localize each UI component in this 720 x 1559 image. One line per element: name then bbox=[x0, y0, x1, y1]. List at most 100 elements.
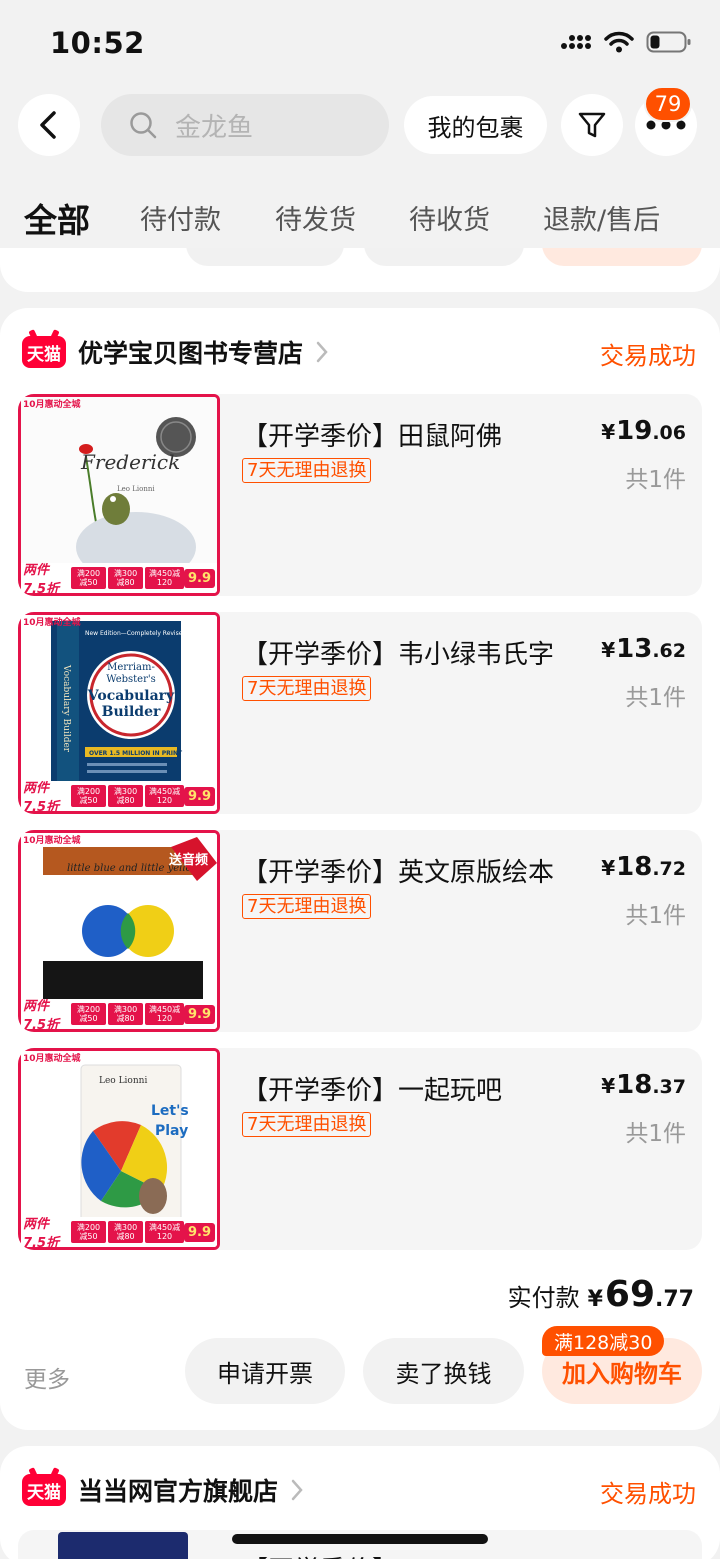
cellular-signal-icon bbox=[561, 35, 591, 49]
battery-icon bbox=[646, 31, 691, 53]
tab-all[interactable]: 全部 bbox=[24, 194, 90, 242]
audio-sticker: 送音频 bbox=[169, 853, 209, 868]
home-indicator bbox=[232, 1534, 488, 1544]
previous-cart-button[interactable] bbox=[542, 248, 702, 266]
promo-label: 10月惠动全城 bbox=[23, 400, 81, 410]
promo-strip: 两件7.5折 满200减50 满300减80 满450减120 9.9 bbox=[21, 1217, 217, 1247]
sell-for-cash-button[interactable]: 卖了换钱 bbox=[363, 1338, 524, 1404]
item-price: ¥19.06 bbox=[601, 416, 686, 446]
my-package-button[interactable]: 我的包裹 bbox=[404, 96, 547, 154]
two-items-discount: 两件7.5折 bbox=[23, 999, 60, 1032]
item-quantity: 共1件 bbox=[625, 467, 686, 493]
item-quantity: 共1件 bbox=[625, 1121, 686, 1147]
order-tabs: 全部 待付款 待发货 待收货 退款/售后 bbox=[0, 184, 720, 248]
message-count-badge: 79 bbox=[644, 86, 692, 122]
return-policy-tag: 7天无理由退换 bbox=[242, 458, 372, 483]
deal-price: 9.9 bbox=[183, 1004, 215, 1024]
item-title: 【开学季价】英文原版绘本 bbox=[242, 858, 555, 888]
item-quantity: 共1件 bbox=[625, 685, 686, 711]
coupon: 满300减80 bbox=[108, 785, 144, 807]
status-bar: 10:52 bbox=[0, 0, 720, 88]
coupon-list: 满200减50 满300减80 满450减120 bbox=[71, 1003, 184, 1025]
coupon-list: 满200减50 满300减80 满450减120 bbox=[71, 785, 184, 807]
request-invoice-button[interactable]: 申请开票 bbox=[185, 1338, 345, 1404]
previous-order-card bbox=[0, 248, 720, 292]
tab-refund-aftersale[interactable]: 退款/售后 bbox=[543, 198, 660, 237]
item-price: ¥18.37 bbox=[601, 1070, 686, 1100]
total-integer: 69 bbox=[604, 1274, 656, 1315]
search-placeholder: 金龙鱼 bbox=[175, 112, 254, 143]
deal-price: 9.9 bbox=[183, 786, 215, 806]
cover-title-line: Merriam- bbox=[107, 662, 155, 673]
top-bar: 金龙鱼 我的包裹 bbox=[0, 94, 720, 160]
coupon: 满450减120 bbox=[145, 1221, 184, 1243]
return-policy-tag: 7天无理由退换 bbox=[242, 894, 372, 919]
coupon-list: 满200减50 满300减80 满450减120 bbox=[71, 567, 184, 589]
deal-price: 9.9 bbox=[183, 568, 215, 588]
order-item[interactable]: New Edition—Completely Revised! Merriam-… bbox=[18, 612, 702, 814]
coupon-list: 满200减50 满300减80 满450减120 bbox=[71, 1221, 184, 1243]
cover-title-line: Let's bbox=[151, 1103, 189, 1119]
product-image[interactable] bbox=[58, 1532, 188, 1559]
back-arrow-icon bbox=[40, 111, 56, 139]
coupon: 满200减50 bbox=[71, 1221, 107, 1243]
coupon: 满450减120 bbox=[145, 1003, 184, 1025]
promo-label: 10月惠动全城 bbox=[23, 836, 81, 846]
shop-header[interactable]: 天猫 当当网官方旗舰店 bbox=[22, 1472, 304, 1508]
deal-price: 9.9 bbox=[183, 1222, 215, 1242]
price-integer: 18 bbox=[616, 1070, 653, 1100]
cover-title-line: Builder bbox=[102, 704, 161, 720]
price-decimal: .62 bbox=[652, 640, 686, 662]
search-box[interactable]: 金龙鱼 bbox=[101, 94, 389, 156]
price-decimal: .37 bbox=[652, 1076, 686, 1098]
coupon: 满200减50 bbox=[71, 567, 107, 589]
shop-header[interactable]: 天猫 优学宝贝图书专营店 bbox=[22, 334, 329, 370]
status-time: 10:52 bbox=[50, 26, 145, 60]
two-items-discount: 两件7.5折 bbox=[23, 781, 60, 814]
back-button[interactable] bbox=[18, 94, 80, 156]
tab-pending-shipment[interactable]: 待发货 bbox=[275, 198, 356, 237]
filter-icon bbox=[578, 112, 606, 138]
price-integer: 13 bbox=[616, 634, 653, 664]
order-card: 天猫 优学宝贝图书专营店 交易成功 Frederick Leo Lionni 1… bbox=[0, 308, 720, 1430]
order-status: 交易成功 bbox=[600, 1480, 696, 1508]
cover-title: Frederick bbox=[80, 450, 180, 474]
promo-strip: 两件7.5折 满200减50 满300减80 满450减120 9.9 bbox=[21, 563, 217, 593]
product-image[interactable]: Frederick Leo Lionni 10月惠动全城 两件7.5折 满200… bbox=[18, 394, 220, 596]
cover-title-line: Webster's bbox=[106, 674, 156, 685]
two-items-discount: 两件7.5折 bbox=[23, 563, 60, 596]
cover-title-line: Vocabulary bbox=[87, 688, 175, 704]
status-icons bbox=[560, 30, 692, 54]
tab-pending-payment[interactable]: 待付款 bbox=[140, 198, 221, 237]
promo-label: 10月惠动全城 bbox=[23, 1054, 81, 1064]
order-item[interactable]: little blue and little yellow 送音频 10月惠动全… bbox=[18, 830, 702, 1032]
price-decimal: .06 bbox=[652, 422, 686, 444]
cover-title-line: Play bbox=[155, 1123, 188, 1139]
previous-action-button[interactable] bbox=[186, 248, 344, 266]
tmall-logo: 天猫 bbox=[22, 1474, 66, 1506]
two-items-discount: 两件7.5折 bbox=[23, 1217, 60, 1250]
item-title: 【开学季价】田鼠阿佛 bbox=[242, 422, 503, 452]
order-item[interactable]: Frederick Leo Lionni 10月惠动全城 两件7.5折 满200… bbox=[18, 394, 702, 596]
promo-label: 10月惠动全城 bbox=[23, 618, 81, 628]
product-image[interactable]: New Edition—Completely Revised! Merriam-… bbox=[18, 612, 220, 814]
shop-name: 优学宝贝图书专营店 bbox=[78, 339, 304, 368]
cover-author: Leo Lionni bbox=[117, 485, 155, 493]
order-status: 交易成功 bbox=[600, 342, 696, 370]
total-label: 实付款 bbox=[507, 1284, 580, 1312]
item-price: ¥13.62 bbox=[601, 634, 686, 664]
item-title: 【开学季价】 bbox=[242, 1550, 398, 1559]
tab-pending-receipt[interactable]: 待收货 bbox=[409, 198, 490, 237]
shop-name: 当当网官方旗舰店 bbox=[78, 1477, 279, 1506]
wifi-icon bbox=[604, 31, 634, 53]
filter-button[interactable] bbox=[561, 94, 623, 156]
coupon: 满450减120 bbox=[145, 785, 184, 807]
more-actions-link[interactable]: 更多 bbox=[24, 1360, 70, 1394]
cover-edition: New Edition—Completely Revised! bbox=[85, 630, 189, 637]
total-decimal: .77 bbox=[655, 1287, 694, 1312]
order-item[interactable]: Leo Lionni Let's Play 10月惠动全城 两件7.5折 满20… bbox=[18, 1048, 702, 1250]
previous-action-button[interactable] bbox=[364, 248, 524, 266]
coupon: 满200减50 bbox=[71, 1003, 107, 1025]
product-image[interactable]: Leo Lionni Let's Play 10月惠动全城 两件7.5折 满20… bbox=[18, 1048, 220, 1250]
product-image[interactable]: little blue and little yellow 送音频 10月惠动全… bbox=[18, 830, 220, 1032]
